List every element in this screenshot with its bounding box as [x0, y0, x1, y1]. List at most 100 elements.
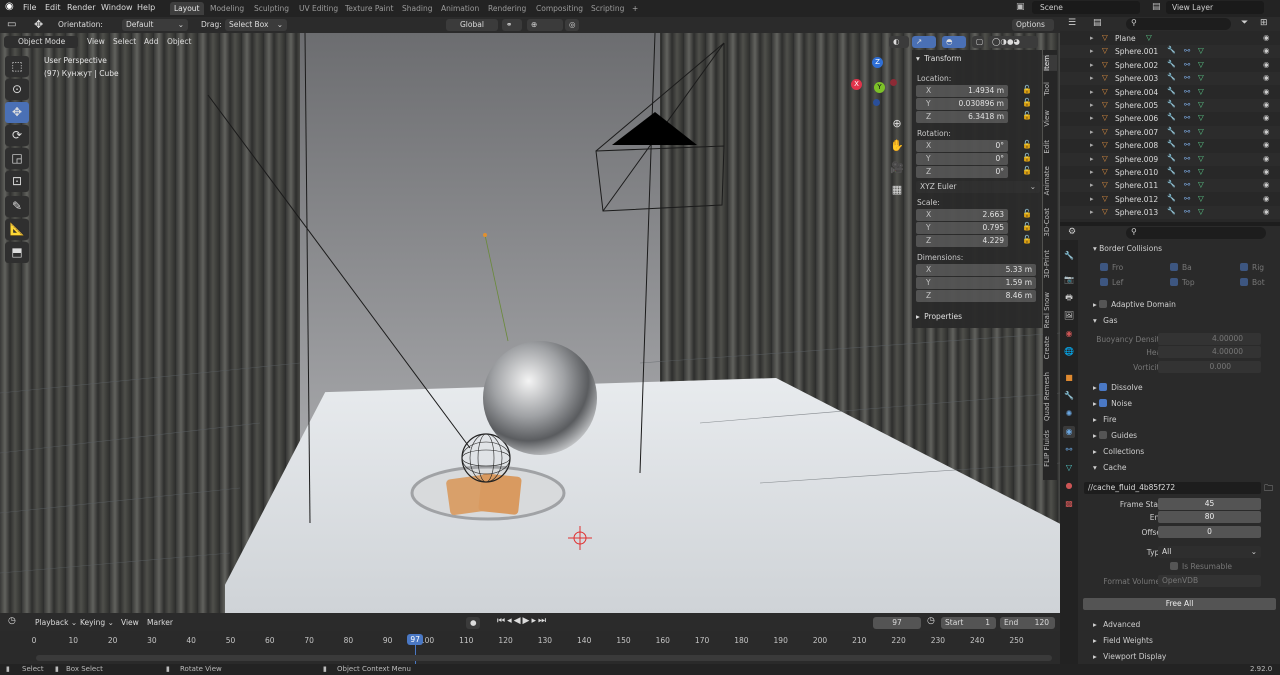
sidebar-tab-3d-print[interactable]: 3D-Print — [1043, 250, 1057, 278]
format-volumes-dropdown[interactable]: OpenVDB — [1158, 575, 1261, 587]
expand-arrow-icon[interactable]: ▸ — [1090, 181, 1094, 189]
mode-dropdown[interactable]: Object Mode — [4, 36, 78, 48]
dimensions-x-field[interactable]: X 5.33 m — [916, 264, 1036, 276]
viewport-menu-object[interactable]: Object — [167, 37, 191, 46]
expand-arrow-icon[interactable]: ▸ — [1090, 195, 1094, 203]
visibility-eye-icon[interactable]: ◉ — [1263, 194, 1270, 203]
outliner-item-name[interactable]: Sphere.011 — [1115, 181, 1158, 190]
constraint-icon[interactable]: ⚯ — [1184, 167, 1190, 176]
outliner-item-name[interactable]: Sphere.003 — [1115, 74, 1158, 83]
scale-tool-icon[interactable]: ◲ — [5, 148, 29, 169]
rotate-tool-icon[interactable]: ⟳ — [5, 125, 29, 146]
sidebar-tab-item[interactable]: Item — [1043, 55, 1057, 71]
noise-header[interactable]: ▸ Noise — [1093, 399, 1132, 408]
modifier-icon[interactable]: 🔧 — [1167, 60, 1176, 68]
modifier-icon[interactable]: 🔧 — [1167, 100, 1176, 108]
lock-icon[interactable]: 🔓 — [1022, 85, 1032, 94]
dissolve-header[interactable]: ▸ Dissolve — [1093, 383, 1143, 392]
xray-icon[interactable]: ▢ — [972, 36, 984, 48]
texture-props-icon[interactable]: ▩ — [1063, 498, 1075, 510]
select-tool-icon[interactable]: ▭ — [7, 19, 16, 30]
constraint-icon[interactable]: ⚯ — [1184, 87, 1190, 96]
buoyancy-field[interactable]: 4.00000 — [1158, 333, 1261, 345]
workspace-tab-compositing[interactable]: Compositing — [532, 2, 587, 15]
constraint-icon[interactable]: ⚯ — [1184, 127, 1190, 136]
gizmo-z-axis[interactable]: Z — [872, 57, 883, 68]
scene-selector[interactable]: Scene — [1032, 1, 1140, 14]
world-props-icon[interactable]: 🌐 — [1063, 346, 1075, 358]
scale-z-field[interactable]: Z 4.229 — [916, 235, 1008, 247]
visibility-eye-icon[interactable]: ◉ — [1263, 33, 1270, 42]
zoom-icon[interactable]: ⊕ — [889, 113, 905, 135]
modifier-icon[interactable]: 🔧 — [1167, 127, 1176, 135]
border-fro-checkbox[interactable]: Fro — [1100, 263, 1123, 272]
visibility-eye-icon[interactable]: ◉ — [1263, 60, 1270, 69]
expand-arrow-icon[interactable]: ▸ — [1090, 155, 1094, 163]
select-box-tool-icon[interactable]: ⬚ — [5, 56, 29, 77]
modifier-props-icon[interactable]: 🔧 — [1063, 390, 1075, 402]
viewport-menu-select[interactable]: Select — [113, 37, 136, 46]
type-dropdown[interactable]: All ⌄ — [1158, 546, 1261, 558]
measure-tool-icon[interactable]: 📐 — [5, 219, 29, 240]
field-weights-header[interactable]: ▸ Field Weights — [1093, 636, 1153, 645]
visibility-icon[interactable]: ◐ — [889, 36, 909, 48]
drag-dropdown[interactable]: Select Box ⌄ — [225, 19, 287, 31]
sidebar-tab-quad-remesh[interactable]: Quad Remesh — [1043, 372, 1057, 421]
sidebar-tab-real-snow[interactable]: Real Snow — [1043, 292, 1057, 328]
scale-x-field[interactable]: X 2.663 — [916, 209, 1008, 221]
adaptive-domain-header[interactable]: ▸ Adaptive Domain — [1093, 300, 1176, 309]
shading-modes[interactable]: ◯◑●◕ — [988, 36, 1038, 48]
workspace-tab-uv-editing[interactable]: UV Editing — [295, 2, 342, 15]
location-z-field[interactable]: Z 6.3418 m — [916, 111, 1008, 123]
modifier-icon[interactable]: 🔧 — [1167, 140, 1176, 148]
heat-field[interactable]: 4.00000 — [1158, 346, 1261, 358]
editor-type-icon[interactable]: ⚙ — [1068, 227, 1076, 237]
scene-icon[interactable]: ▣ — [1016, 2, 1025, 12]
expand-arrow-icon[interactable]: ▸ — [1090, 141, 1094, 149]
mesh-data-icon[interactable]: ▽ — [1198, 46, 1204, 55]
modifier-icon[interactable]: 🔧 — [1167, 194, 1176, 202]
camera-view-icon[interactable]: 🎥 — [889, 157, 905, 179]
viewport-menu-view[interactable]: View — [87, 37, 105, 46]
border-ba-checkbox[interactable]: Ba — [1170, 263, 1192, 272]
lock-icon[interactable]: 🔓 — [1022, 166, 1032, 175]
lock-icon[interactable]: 🔓 — [1022, 140, 1032, 149]
outliner-item-name[interactable]: Plane — [1115, 34, 1136, 43]
gizmo-toggle-icon[interactable]: ↗ — [912, 36, 936, 48]
frame-start-field[interactable]: 45 — [1158, 498, 1261, 510]
tool-props-icon[interactable]: 🔧 — [1063, 250, 1075, 262]
sidebar-tab-3d-coat[interactable]: 3D-Coat — [1043, 208, 1057, 237]
transform-orientation-dropdown[interactable]: Global — [446, 19, 498, 31]
adaptive-domain-checkbox[interactable] — [1099, 300, 1108, 308]
guides-header[interactable]: ▸ Guides — [1093, 431, 1137, 440]
outliner-row[interactable]: ▸ ▽ Sphere.003 🔧 ⚯ ▽ ◉ — [1060, 72, 1280, 86]
output-props-icon[interactable]: 🖶 — [1063, 292, 1075, 304]
expand-arrow-icon[interactable]: ▸ — [1090, 34, 1094, 42]
constraints-props-icon[interactable]: ⚯ — [1063, 444, 1075, 456]
constraint-icon[interactable]: ⚯ — [1184, 60, 1190, 69]
outliner-row[interactable]: ▸ ▽ Sphere.008 🔧 ⚯ ▽ ◉ — [1060, 139, 1280, 152]
outliner-row[interactable]: ▸ ▽ Sphere.005 🔧 ⚯ ▽ ◉ — [1060, 99, 1280, 112]
constraint-icon[interactable]: ⚯ — [1184, 194, 1190, 203]
menu-window[interactable]: Window — [101, 3, 133, 12]
new-collection-icon[interactable]: ⊞ — [1260, 18, 1268, 28]
checkbox-icon[interactable] — [1240, 278, 1248, 286]
render-props-icon[interactable]: 📷 — [1063, 274, 1075, 286]
outliner-row[interactable]: ▸ ▽ Sphere.009 🔧 ⚯ ▽ ◉ — [1060, 152, 1280, 166]
mesh-data-icon[interactable]: ▽ — [1198, 87, 1204, 96]
gizmo-x-axis[interactable]: X — [851, 79, 862, 90]
visibility-eye-icon[interactable]: ◉ — [1263, 73, 1270, 82]
checkbox-icon[interactable] — [1100, 263, 1108, 271]
modifier-icon[interactable]: 🔧 — [1167, 180, 1176, 188]
gas-header[interactable]: ▾ Gas — [1093, 316, 1117, 325]
cursor-tool-icon[interactable]: ⊙ — [5, 79, 29, 100]
timeline-scrollbar[interactable] — [36, 655, 1052, 661]
sidebar-tab-view[interactable]: View — [1043, 110, 1057, 127]
rotation-y-field[interactable]: Y 0° — [916, 153, 1008, 165]
visibility-eye-icon[interactable]: ◉ — [1263, 46, 1270, 55]
location-x-field[interactable]: X 1.4934 m — [916, 85, 1008, 97]
constraint-icon[interactable]: ⚯ — [1184, 140, 1190, 149]
expand-arrow-icon[interactable]: ▸ — [1090, 128, 1094, 136]
resumable-checkbox[interactable] — [1170, 562, 1178, 570]
outliner-row[interactable]: ▸ ▽ Sphere.004 🔧 ⚯ ▽ ◉ — [1060, 86, 1280, 99]
